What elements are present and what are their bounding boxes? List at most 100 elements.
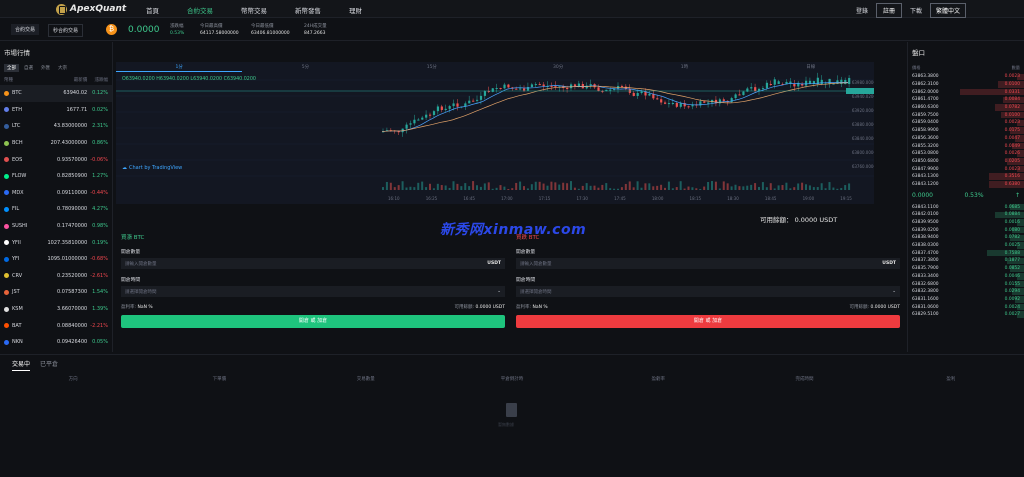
market-row[interactable]: BTC 63940.02 0.12% bbox=[0, 85, 112, 102]
stat-label: 漲跌幅 bbox=[170, 24, 184, 29]
time-tick-label: 18:30 bbox=[727, 196, 739, 201]
nav-contract[interactable]: 合約交易 bbox=[187, 5, 213, 15]
bid-row[interactable]: 63833.3400 0.0046 bbox=[908, 273, 1024, 281]
volume-bar bbox=[793, 187, 796, 190]
volume-bar bbox=[401, 181, 404, 190]
tf-5m[interactable]: 5分 bbox=[242, 62, 368, 72]
bid-row[interactable]: 63837.4700 0.7588 bbox=[908, 249, 1024, 257]
sell-qty-input[interactable]: 請輸入開倉數量 USDT bbox=[516, 258, 900, 269]
bid-row[interactable]: 63831.1600 0.0092 bbox=[908, 296, 1024, 304]
ask-row[interactable]: 63859.7500 0.0100 bbox=[908, 111, 1024, 119]
bid-row[interactable]: 63832.6800 0.0155 bbox=[908, 280, 1024, 288]
market-row[interactable]: CRV 0.23520000 -2.61% bbox=[0, 268, 112, 285]
ask-row[interactable]: 63859.0400 0.0023 bbox=[908, 119, 1024, 127]
sell-info-line: 盈利率: NaN % 可用餘額: 0.0000 USDT bbox=[516, 304, 900, 310]
market-symbol: BTC bbox=[4, 90, 48, 96]
tf-1h[interactable]: 1時 bbox=[621, 62, 747, 72]
market-row[interactable]: ETH 1677.71 0.02% bbox=[0, 102, 112, 119]
buy-open-button[interactable]: 開倉 或 加倉 bbox=[121, 315, 505, 328]
volume-bar bbox=[746, 185, 749, 190]
ask-row[interactable]: 63862.3100 0.0100 bbox=[908, 81, 1024, 89]
volume-bar bbox=[483, 183, 486, 190]
market-row[interactable]: YFII 1027.35810000 0.19% bbox=[0, 234, 112, 251]
candle-body bbox=[820, 79, 823, 84]
market-row[interactable]: FIL 0.78090000 4.27% bbox=[0, 201, 112, 218]
ask-row[interactable]: 63850.6800 0.0205 bbox=[908, 158, 1024, 166]
candle-body bbox=[542, 84, 545, 87]
market-tab-all[interactable]: 全部 bbox=[4, 64, 19, 72]
candle-body bbox=[636, 93, 639, 96]
ask-row[interactable]: 63860.6300 0.0782 bbox=[908, 104, 1024, 112]
bid-row[interactable]: 63831.0600 0.0024 bbox=[908, 303, 1024, 311]
market-row[interactable]: JST 0.07587300 1.54% bbox=[0, 284, 112, 301]
price-tick-label: 63940.0200 bbox=[852, 94, 874, 99]
tab-closed-positions[interactable]: 已平倉 bbox=[40, 359, 58, 371]
tab-second-contract[interactable]: 秒合約交易 bbox=[48, 24, 84, 37]
buy-time-select[interactable]: 請選擇開倉時間 ⌄ bbox=[121, 286, 505, 297]
market-row[interactable]: FLOW 0.82850900 1.27% bbox=[0, 168, 112, 185]
tf-30m[interactable]: 30分 bbox=[495, 62, 621, 72]
bid-row[interactable]: 63838.9400 0.0782 bbox=[908, 234, 1024, 242]
market-tab-commodities[interactable]: 大宗 bbox=[55, 64, 70, 72]
market-row[interactable]: LTC 43.83000000 2.31% bbox=[0, 118, 112, 135]
ask-row[interactable]: 63843.1200 0.6380 bbox=[908, 181, 1024, 189]
bid-row[interactable]: 63842.0100 0.0884 bbox=[908, 211, 1024, 219]
language-select[interactable]: 繁體中文 bbox=[929, 3, 966, 18]
ask-row[interactable]: 63863.3800 0.0023 bbox=[908, 73, 1024, 81]
nav-spot[interactable]: 幣幣交易 bbox=[241, 5, 267, 15]
tf-1m[interactable]: 1分 bbox=[116, 62, 243, 72]
register-button[interactable]: 註冊 bbox=[875, 3, 902, 18]
login-button[interactable]: 登錄 bbox=[856, 6, 868, 15]
tf-1d[interactable]: 日線 bbox=[748, 62, 874, 72]
tab-contract-trading[interactable]: 合約交易 bbox=[11, 24, 40, 35]
bid-row[interactable]: 63837.3800 0.1877 bbox=[908, 257, 1024, 265]
sell-open-button[interactable]: 開倉 或 加倉 bbox=[516, 315, 900, 328]
market-row[interactable]: BAT 0.08840000 -2.21% bbox=[0, 317, 112, 334]
nav-home[interactable]: 首頁 bbox=[146, 5, 159, 15]
candle-body bbox=[750, 87, 753, 89]
volume-bar bbox=[711, 181, 713, 190]
market-row[interactable]: EOS 0.93570000 -0.06% bbox=[0, 151, 112, 168]
ask-row[interactable]: 63858.9900 0.0175 bbox=[908, 127, 1024, 135]
tf-15m[interactable]: 15分 bbox=[369, 62, 495, 72]
ask-row[interactable]: 63853.0800 0.0026 bbox=[908, 150, 1024, 158]
bid-row[interactable]: 63838.0300 0.0025 bbox=[908, 242, 1024, 250]
bid-row[interactable]: 63829.5100 0.0027 bbox=[908, 311, 1024, 319]
tradingview-brand[interactable]: ☁ Chart by TradingView bbox=[122, 165, 182, 171]
candle-body bbox=[413, 119, 416, 124]
bid-row[interactable]: 63839.9500 0.0016 bbox=[908, 219, 1024, 227]
coin-icon bbox=[4, 273, 9, 279]
ask-row[interactable]: 63861.4700 0.0084 bbox=[908, 96, 1024, 104]
ask-row[interactable]: 63862.0000 0.0331 bbox=[908, 88, 1024, 96]
market-row[interactable]: KSM 3.66070000 1.39% bbox=[0, 301, 112, 318]
market-change: 2.31% bbox=[92, 123, 108, 130]
buy-qty-input[interactable]: 請輸入開倉數量 USDT bbox=[121, 258, 505, 269]
sell-time-select[interactable]: 請選擇開倉時間 ⌄ bbox=[516, 286, 900, 297]
volume-bar bbox=[805, 184, 807, 190]
market-change: 1.27% bbox=[92, 173, 108, 180]
bid-row[interactable]: 63832.3800 0.0294 bbox=[908, 288, 1024, 296]
bid-row[interactable]: 63835.7900 0.0852 bbox=[908, 265, 1024, 273]
market-tab-favorites[interactable]: 自選 bbox=[21, 64, 36, 72]
candle-body bbox=[550, 85, 553, 87]
ask-row[interactable]: 63856.3600 0.0047 bbox=[908, 135, 1024, 143]
brand-logo[interactable]: ApexQuant bbox=[56, 3, 126, 15]
download-link[interactable]: 下載 bbox=[910, 6, 922, 15]
market-row[interactable]: SUSHI 0.17470000 0.98% bbox=[0, 218, 112, 235]
nav-launchpad[interactable]: 新幣發售 bbox=[295, 5, 321, 15]
ask-row[interactable]: 63843.1300 0.3516 bbox=[908, 173, 1024, 181]
ask-row[interactable]: 63855.3200 0.0049 bbox=[908, 142, 1024, 150]
market-row[interactable]: MDX 0.09110000 -0.44% bbox=[0, 185, 112, 202]
nav-finance[interactable]: 理財 bbox=[349, 5, 362, 15]
market-row[interactable]: NKN 0.09426400 0.05% bbox=[0, 334, 112, 351]
tab-open-positions[interactable]: 交易中 bbox=[12, 359, 31, 371]
bid-row[interactable]: 63843.1100 0.0685 bbox=[908, 203, 1024, 211]
market-tab-forex[interactable]: 外匯 bbox=[38, 64, 53, 72]
bid-row[interactable]: 63839.0200 0.0080 bbox=[908, 226, 1024, 234]
candle-body bbox=[609, 89, 612, 91]
time-tick-label: 17:00 bbox=[501, 196, 513, 201]
stat-low: 今日最低價 63406.81000000 bbox=[251, 23, 290, 37]
ask-row[interactable]: 63847.9900 0.0023 bbox=[908, 165, 1024, 173]
market-row[interactable]: BCH 207.43000000 0.86% bbox=[0, 135, 112, 152]
market-row[interactable]: YFI 1095.01000000 -0.68% bbox=[0, 251, 112, 268]
